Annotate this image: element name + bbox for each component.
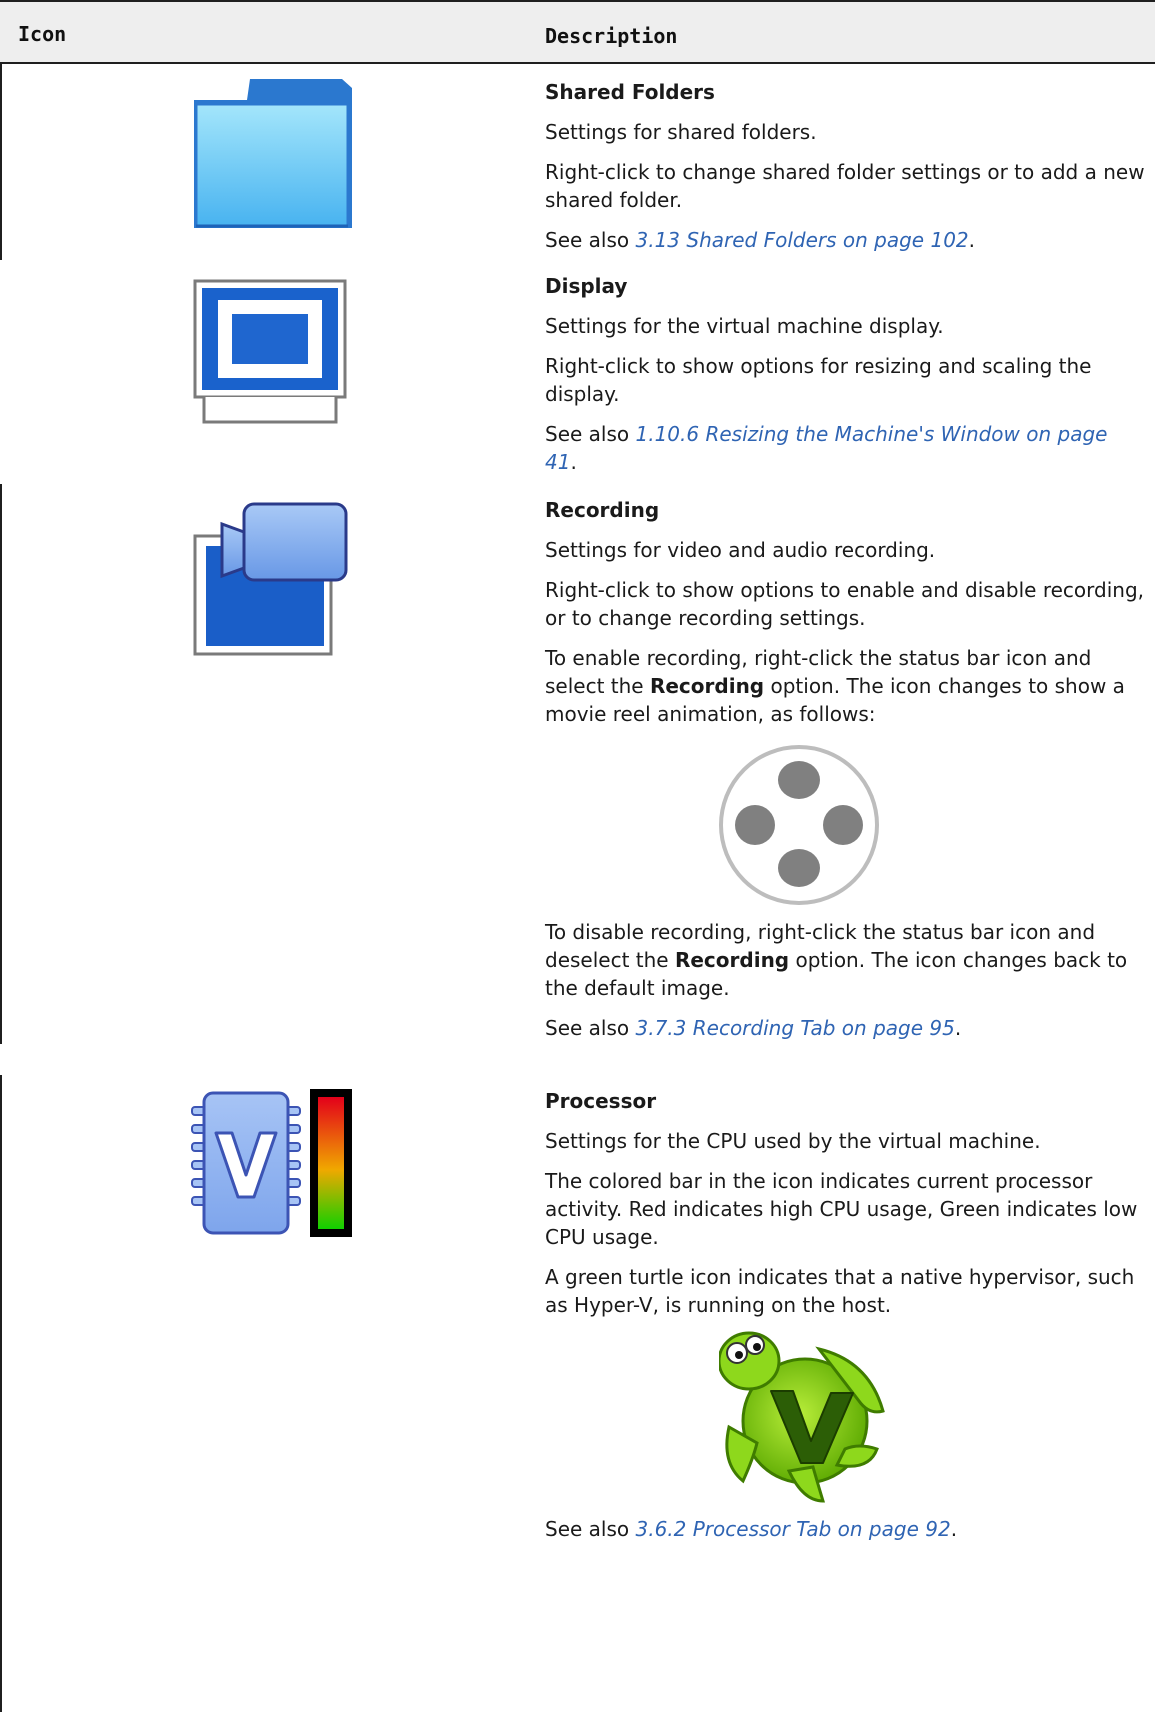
processor-chip-icon <box>190 1089 356 1243</box>
paragraph: A green turtle icon indicates that a nat… <box>545 1265 1135 1317</box>
row-title: Processor <box>545 1089 657 1113</box>
see-also-prefix: See also <box>545 1016 636 1040</box>
row-divider <box>0 64 2 260</box>
row-description: Display Settings for the virtual machine… <box>545 272 1145 488</box>
paragraph: Right-click to show options to enable an… <box>545 578 1145 630</box>
paragraph: Settings for shared folders. <box>545 120 817 144</box>
see-also-suffix: . <box>954 1016 962 1040</box>
table-header: Icon Description <box>0 0 1155 64</box>
see-also: See also 3.13 Shared Folders on page 102… <box>545 226 1145 254</box>
see-also-link[interactable]: 3.13 Shared Folders on page 102 <box>636 228 969 252</box>
row-divider <box>0 484 2 1044</box>
paragraph: Right-click to change shared folder sett… <box>545 160 1145 212</box>
video-camera-icon <box>192 502 350 662</box>
paragraph: To enable recording, right-click the sta… <box>545 644 1145 728</box>
paragraph: Settings for the virtual machine display… <box>545 314 944 338</box>
paragraph: The colored bar in the icon indicates cu… <box>545 1169 1138 1249</box>
row-description: Processor Settings for the CPU used by t… <box>545 1087 1145 1555</box>
see-also-suffix: . <box>570 450 577 474</box>
see-also-suffix: . <box>950 1517 958 1541</box>
row-title: Display <box>545 274 628 298</box>
row-title: Shared Folders <box>545 80 715 104</box>
see-also: See also 1.10.6 Resizing the Machine's W… <box>545 420 1145 476</box>
paragraph: Settings for the CPU used by the virtual… <box>545 1129 1041 1153</box>
display-icon <box>192 278 350 428</box>
see-also-prefix: See also <box>545 1517 636 1541</box>
paragraph: Right-click to show options for resizing… <box>545 354 1092 406</box>
see-also-prefix: See also <box>545 228 636 252</box>
row-divider <box>0 1075 2 1712</box>
header-icon-column: Icon <box>18 22 67 46</box>
see-also-link[interactable]: 3.6.2 Processor Tab on page 92 <box>636 1517 951 1541</box>
row-title: Recording <box>545 498 660 522</box>
bold-term: Recording <box>674 948 790 972</box>
icon-description-table: Icon Description Shared Folders Settings… <box>0 0 1155 1712</box>
paragraph: Settings for video and audio recording. <box>545 538 936 562</box>
row-description: Shared Folders Settings for shared folde… <box>545 78 1145 266</box>
paragraph: To disable recording, right-click the st… <box>545 918 1145 1002</box>
green-turtle-icon <box>717 1331 885 1503</box>
see-also: See also 3.7.3 Recording Tab on page 95. <box>545 1014 1145 1042</box>
see-also-prefix: See also <box>545 422 636 446</box>
see-also-link[interactable]: 3.7.3 Recording Tab on page 95 <box>636 1016 955 1040</box>
bold-term: Recording <box>649 674 765 698</box>
see-also: See also 3.6.2 Processor Tab on page 92. <box>545 1515 1145 1543</box>
shared-folder-icon <box>192 78 354 232</box>
movie-reel-icon <box>717 744 881 906</box>
row-description: Recording Settings for video and audio r… <box>545 496 1145 1054</box>
see-also-suffix: . <box>968 228 976 252</box>
header-description-column: Description <box>545 24 678 48</box>
